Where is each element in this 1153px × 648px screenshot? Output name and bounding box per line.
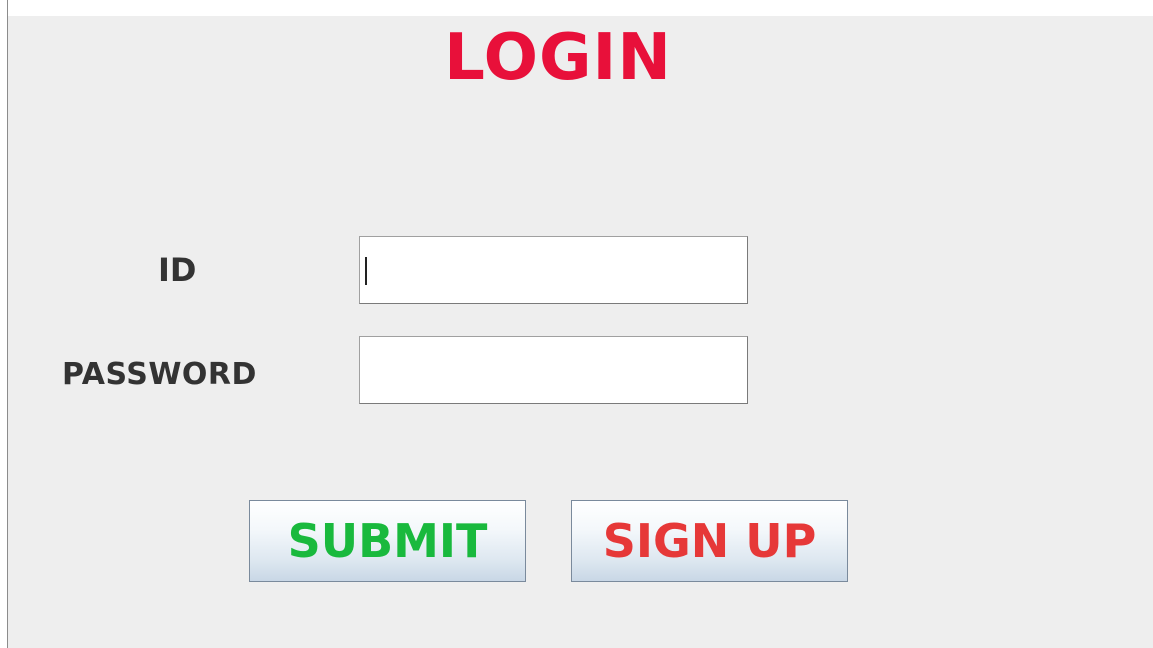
id-label: ID: [158, 251, 197, 289]
id-input[interactable]: [359, 236, 748, 304]
login-title: LOGIN: [444, 21, 672, 95]
text-caret: [365, 257, 367, 285]
sign-up-button[interactable]: SIGN UP: [571, 500, 848, 582]
login-window: LOGIN ID PASSWORD SUBMIT SIGN UP: [0, 0, 1153, 648]
password-input[interactable]: [359, 336, 748, 404]
submit-button[interactable]: SUBMIT: [249, 500, 526, 582]
password-label: PASSWORD: [62, 357, 257, 392]
